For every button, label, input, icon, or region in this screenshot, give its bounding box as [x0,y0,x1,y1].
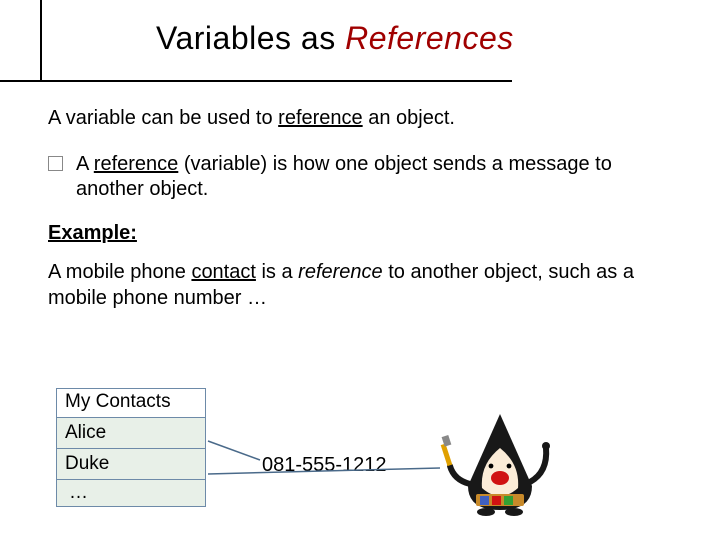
title-underline [0,80,512,82]
example-paragraph: A mobile phone contact is a reference to… [48,260,672,311]
body-text: A variable can be used to reference an o… [48,106,672,312]
contacts-header: My Contacts [56,388,206,418]
slide: Variables as References A variable can b… [0,0,720,540]
title-area: Variables as References [48,18,672,84]
example-part-b: is a [256,261,298,283]
phone-number-label: 081-555-1212 [262,454,387,477]
intro-part-a: A variable can be used to [48,107,278,129]
title-plain: Variables as [156,20,345,56]
contacts-row-alice: Alice [57,418,205,449]
example-part-a: A mobile phone [48,261,191,283]
bullet-part-a: A [76,153,94,175]
example-label: Example: [48,221,672,247]
intro-paragraph: A variable can be used to reference an o… [48,106,672,132]
intro-underline: reference [278,107,363,129]
bullet-underline: reference [94,153,179,175]
example-label-text: Example: [48,222,137,244]
slide-title: Variables as References [156,20,514,57]
bullet-text: A reference (variable) is how one object… [76,152,672,203]
contacts-row-duke: Duke [57,449,205,480]
contacts-table: My Contacts Alice Duke … [56,388,206,507]
contacts-list: Alice Duke … [56,418,206,507]
example-u1: contact [191,261,255,283]
intro-part-b: an object. [363,107,455,129]
example-u2: reference [298,261,383,283]
contacts-row-ellipsis: … [57,480,205,506]
title-emph: References [345,20,514,56]
bullet-box-icon [48,156,63,171]
duke-mascot-icon [440,408,560,518]
bullet-reference: A reference (variable) is how one object… [48,152,672,203]
title-tick-line [40,0,42,82]
